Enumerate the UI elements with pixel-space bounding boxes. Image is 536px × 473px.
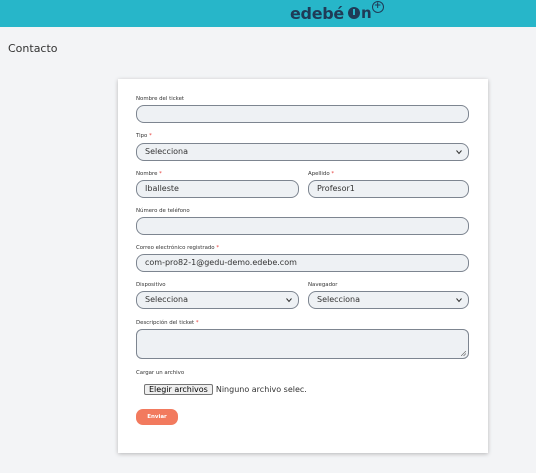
ticket-name-label: Nombre del ticket	[136, 96, 184, 102]
brand-name: edebé	[290, 3, 344, 23]
upload-label-text: Cargar un archivo	[136, 370, 185, 376]
browser-label-text: Navegador	[308, 282, 338, 288]
contact-form: Nombre del ticket Tipo * Selecciona Nomb…	[118, 79, 488, 453]
required-mark: *	[149, 133, 152, 139]
chevron-down-icon	[456, 298, 462, 303]
required-mark: *	[159, 171, 162, 177]
last-name-input[interactable]: Profesor1	[308, 180, 469, 198]
last-name-label: Apellido *	[308, 171, 334, 177]
type-label-text: Tipo	[136, 133, 148, 139]
phone-label-text: Número de teléfono	[136, 208, 190, 214]
phone-label: Número de teléfono	[136, 208, 190, 214]
device-select[interactable]: Selecciona	[136, 291, 299, 309]
required-mark: *	[331, 171, 335, 177]
browser-select-value: Selecciona	[317, 295, 361, 304]
required-mark: *	[195, 320, 199, 326]
chevron-down-icon	[286, 298, 292, 303]
submit-button[interactable]: Enviar	[136, 409, 178, 425]
type-select-value: Selecciona	[145, 147, 189, 156]
upload-label: Cargar un archivo	[136, 370, 184, 376]
file-status: Ninguno archivo selec.	[215, 385, 307, 394]
power-icon	[347, 7, 360, 19]
last-name-label-text: Apellido	[308, 171, 330, 177]
description-label: Descripción del ticket *	[136, 320, 199, 326]
resize-handle-icon[interactable]	[461, 351, 466, 356]
first-name-label-text: Nombre	[136, 171, 158, 177]
ticket-name-input[interactable]	[136, 105, 469, 123]
brand-logo[interactable]: edebé On n +	[290, 1, 384, 24]
email-label: Correo electrónico registrado *	[136, 245, 219, 251]
plus-icon: +	[371, 1, 384, 13]
email-label-text: Correo electrónico registrado	[136, 245, 215, 251]
required-mark: *	[216, 245, 220, 251]
browser-label: Navegador	[308, 282, 338, 288]
type-label: Tipo *	[136, 133, 152, 139]
description-textarea[interactable]	[136, 329, 469, 359]
phone-input[interactable]	[136, 217, 469, 235]
top-bar: edebé On n +	[0, 0, 536, 27]
device-label-text: Dispositivo	[136, 282, 166, 288]
description-label-text: Descripción del ticket	[136, 320, 195, 326]
n-letter-icon: n	[360, 4, 372, 22]
ticket-name-label-text: Nombre del ticket	[136, 96, 185, 102]
device-label: Dispositivo	[136, 282, 166, 288]
browser-select[interactable]: Selecciona	[308, 291, 469, 309]
first-name-label: Nombre *	[136, 171, 162, 177]
type-select[interactable]: Selecciona	[136, 143, 469, 161]
page-title: Contacto	[8, 42, 58, 55]
chevron-down-icon	[456, 150, 462, 155]
email-input[interactable]: com-pro82-1@gedu-demo.edebe.com	[136, 254, 469, 272]
brand-suffix: On n +	[347, 1, 384, 22]
choose-files-button[interactable]: Elegir archivos	[144, 384, 213, 395]
first-name-input[interactable]: Iballeste	[136, 180, 299, 198]
file-upload: Elegir archivos Ninguno archivo selec.	[144, 384, 307, 395]
device-select-value: Selecciona	[145, 295, 189, 304]
